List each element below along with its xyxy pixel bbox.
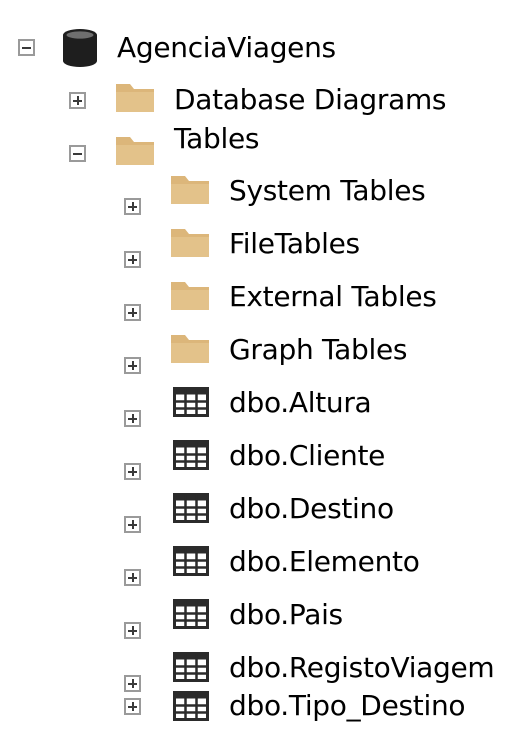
- tree-node-system-tables[interactable]: System Tables: [0, 169, 530, 223]
- tree-node-label: dbo.Tipo_Destino: [229, 689, 466, 722]
- folder-icon: [171, 229, 209, 257]
- tree-node-label: Tables: [174, 122, 260, 155]
- tree-node-label: Graph Tables: [229, 333, 408, 366]
- tree-node-label: System Tables: [229, 174, 426, 207]
- tree-node-table[interactable]: dbo.Pais: [0, 593, 530, 647]
- tree-node-database[interactable]: AgenciaViagens: [0, 10, 530, 67]
- folder-icon: [116, 137, 154, 165]
- expand-toggle-icon[interactable]: [124, 569, 141, 586]
- tree-node-tables[interactable]: Tables: [0, 116, 530, 170]
- expand-toggle-icon[interactable]: [124, 357, 141, 374]
- collapse-toggle-icon[interactable]: [18, 39, 35, 56]
- expand-toggle-icon[interactable]: [69, 92, 86, 109]
- expand-toggle-icon[interactable]: [124, 463, 141, 480]
- tree-node-graph-tables[interactable]: Graph Tables: [0, 328, 530, 382]
- folder-icon: [116, 84, 154, 112]
- tree-node-database-diagrams[interactable]: Database Diagrams: [0, 63, 530, 117]
- table-icon: [173, 440, 209, 470]
- folder-icon: [171, 282, 209, 310]
- tree-node-table[interactable]: dbo.Destino: [0, 487, 530, 541]
- tree-node-table[interactable]: dbo.Altura: [0, 381, 530, 435]
- table-icon: [173, 691, 209, 721]
- object-explorer-tree: AgenciaViagens Database Diagrams Tables: [0, 0, 530, 731]
- tree-node-label: AgenciaViagens: [117, 31, 336, 64]
- expand-toggle-icon[interactable]: [124, 304, 141, 321]
- tree-node-filetables[interactable]: FileTables: [0, 222, 530, 276]
- tree-node-table[interactable]: dbo.Elemento: [0, 540, 530, 594]
- tree-node-label: dbo.Elemento: [229, 545, 420, 578]
- tree-node-label: dbo.Destino: [229, 492, 394, 525]
- tree-node-label: Database Diagrams: [174, 83, 447, 116]
- tree-node-label: dbo.Altura: [229, 386, 372, 419]
- tree-node-label: dbo.Pais: [229, 598, 343, 631]
- tree-node-label: External Tables: [229, 280, 437, 313]
- folder-icon: [171, 335, 209, 363]
- table-icon: [173, 493, 209, 523]
- tree-node-table[interactable]: dbo.Cliente: [0, 434, 530, 488]
- tree-node-table[interactable]: dbo.Tipo_Destino: [0, 677, 530, 731]
- tree-node-external-tables[interactable]: External Tables: [0, 275, 530, 329]
- table-icon: [173, 546, 209, 576]
- expand-toggle-icon[interactable]: [124, 516, 141, 533]
- table-icon: [173, 387, 209, 417]
- collapse-toggle-icon[interactable]: [69, 145, 86, 162]
- expand-toggle-icon[interactable]: [124, 410, 141, 427]
- expand-toggle-icon[interactable]: [124, 198, 141, 215]
- folder-icon: [171, 176, 209, 204]
- tree-node-label: FileTables: [229, 227, 360, 260]
- expand-toggle-icon[interactable]: [124, 622, 141, 639]
- expand-toggle-icon[interactable]: [124, 251, 141, 268]
- tree-node-label: dbo.Cliente: [229, 439, 386, 472]
- table-icon: [173, 599, 209, 629]
- expand-toggle-icon[interactable]: [124, 698, 141, 715]
